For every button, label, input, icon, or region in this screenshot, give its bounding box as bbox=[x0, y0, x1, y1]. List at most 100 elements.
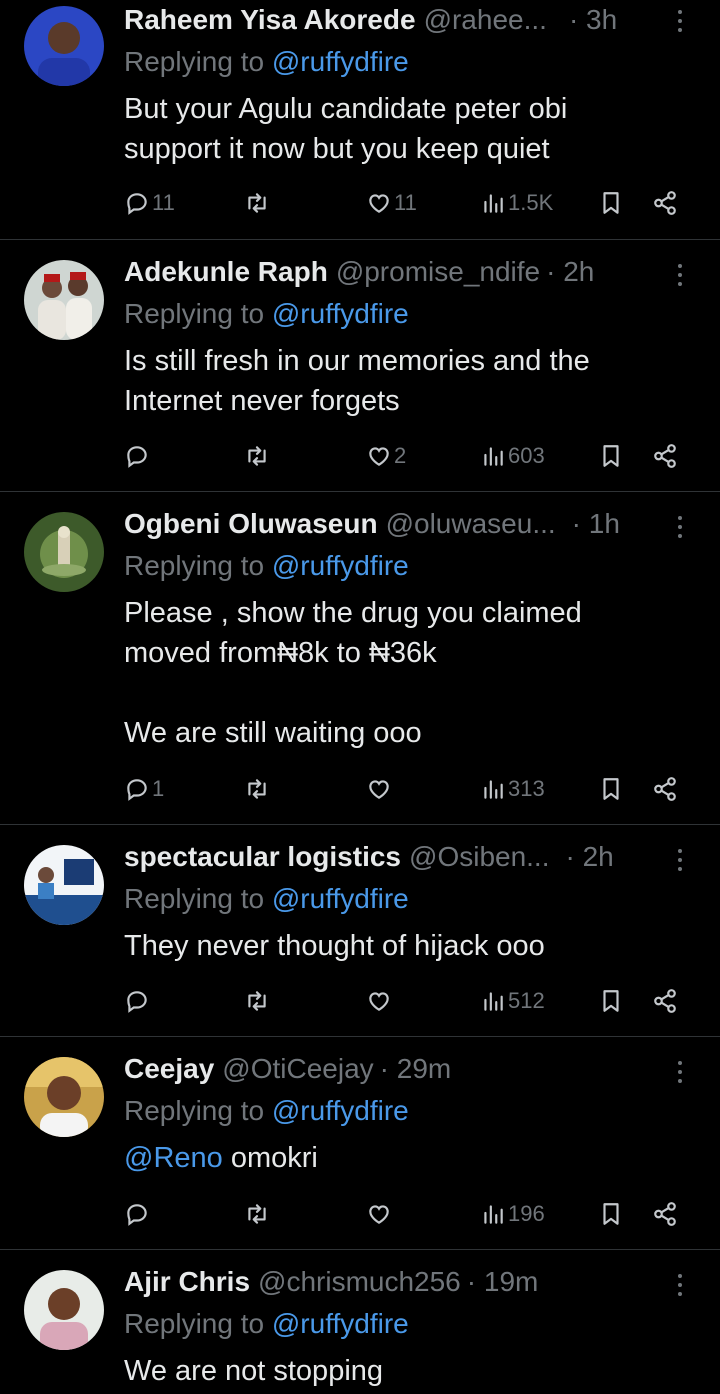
views-button[interactable]: 1.5K bbox=[480, 186, 553, 220]
bookmark-icon bbox=[603, 192, 619, 214]
replying-to-mention[interactable]: @ruffydfire bbox=[272, 46, 409, 77]
reply-header: Adekunle Raph @promise_ndife · 2h bbox=[124, 252, 660, 292]
more-icon[interactable] bbox=[670, 1270, 690, 1300]
replying-to-label: Replying to bbox=[124, 46, 265, 77]
author-name[interactable]: Adekunle Raph bbox=[124, 256, 328, 288]
like-icon bbox=[369, 992, 389, 1011]
views-button[interactable]: 313 bbox=[480, 772, 545, 806]
replying-to: Replying to @ruffydfire bbox=[124, 883, 409, 915]
replying-to-label: Replying to bbox=[124, 1095, 265, 1126]
like-button[interactable] bbox=[366, 984, 394, 1018]
views-button[interactable]: 603 bbox=[480, 439, 545, 473]
reply-item[interactable]: Raheem Yisa Akorede @rahee... · 3h Reply… bbox=[0, 0, 720, 240]
share-icon bbox=[654, 989, 676, 1013]
author-handle[interactable]: @oluwaseu... bbox=[386, 508, 556, 540]
view-count: 1.5K bbox=[508, 190, 554, 215]
reply-button[interactable]: 1 bbox=[124, 772, 164, 806]
share-button[interactable] bbox=[652, 984, 678, 1018]
replying-to: Replying to @ruffydfire bbox=[124, 1308, 409, 1340]
author-name[interactable]: Raheem Yisa Akorede bbox=[124, 4, 416, 36]
author-handle[interactable]: @rahee... bbox=[424, 4, 547, 36]
action-bar: 196 bbox=[124, 1197, 690, 1231]
repost-button[interactable] bbox=[244, 984, 272, 1018]
views-button[interactable]: 512 bbox=[480, 984, 545, 1018]
more-icon[interactable] bbox=[670, 512, 690, 542]
author-name[interactable]: Ogbeni Oluwaseun bbox=[124, 508, 378, 540]
author-name[interactable]: spectacular logistics bbox=[124, 841, 401, 873]
reply-button[interactable]: 11 bbox=[124, 186, 175, 220]
reply-button[interactable] bbox=[124, 1197, 152, 1231]
repost-button[interactable] bbox=[244, 1197, 272, 1231]
author-name[interactable]: Ajir Chris bbox=[124, 1266, 250, 1298]
bookmark-icon bbox=[603, 445, 619, 467]
repost-button[interactable] bbox=[244, 186, 272, 220]
more-icon[interactable] bbox=[670, 6, 690, 36]
avatar[interactable] bbox=[24, 6, 104, 86]
reply-item[interactable]: spectacular logistics @Osiben... · 2h Re… bbox=[0, 825, 720, 1037]
avatar[interactable] bbox=[24, 512, 104, 592]
replying-to-mention[interactable]: @ruffydfire bbox=[272, 1308, 409, 1339]
avatar[interactable] bbox=[24, 845, 104, 925]
reply-icon bbox=[127, 1204, 147, 1226]
timestamp[interactable]: · 1h bbox=[572, 508, 620, 540]
view-count: 512 bbox=[508, 988, 545, 1013]
bookmark-button[interactable] bbox=[598, 439, 624, 473]
share-button[interactable] bbox=[652, 186, 678, 220]
reply-button[interactable] bbox=[124, 439, 152, 473]
avatar[interactable] bbox=[24, 260, 104, 340]
replying-to-mention[interactable]: @ruffydfire bbox=[272, 883, 409, 914]
reply-button[interactable] bbox=[124, 984, 152, 1018]
replying-to-mention[interactable]: @ruffydfire bbox=[272, 1095, 409, 1126]
replying-to: Replying to @ruffydfire bbox=[124, 46, 409, 78]
share-button[interactable] bbox=[652, 1197, 678, 1231]
view-count: 603 bbox=[508, 443, 545, 468]
reply-item[interactable]: Ceejay @OtiCeejay · 29m Replying to @ruf… bbox=[0, 1037, 720, 1250]
reply-item[interactable]: Adekunle Raph @promise_ndife · 2h Replyi… bbox=[0, 240, 720, 492]
repost-icon bbox=[248, 779, 266, 799]
repost-button[interactable] bbox=[244, 439, 272, 473]
replying-to-mention[interactable]: @ruffydfire bbox=[272, 550, 409, 581]
avatar[interactable] bbox=[24, 1057, 104, 1137]
reply-item[interactable]: Ogbeni Oluwaseun @oluwaseu... · 1h Reply… bbox=[0, 492, 720, 825]
bookmark-button[interactable] bbox=[598, 1197, 624, 1231]
bookmark-button[interactable] bbox=[598, 772, 624, 806]
more-icon[interactable] bbox=[670, 845, 690, 875]
share-button[interactable] bbox=[652, 439, 678, 473]
reply-count: 11 bbox=[152, 190, 175, 215]
timestamp[interactable]: · 2h bbox=[566, 841, 614, 873]
repost-button[interactable] bbox=[244, 772, 272, 806]
author-handle[interactable]: @chrismuch256 bbox=[258, 1266, 461, 1298]
share-button[interactable] bbox=[652, 772, 678, 806]
author-name[interactable]: Ceejay bbox=[124, 1053, 214, 1085]
reply-text: But your Agulu candidate peter obi suppo… bbox=[124, 93, 568, 165]
timestamp[interactable]: · 3h bbox=[569, 4, 617, 36]
bookmark-button[interactable] bbox=[598, 186, 624, 220]
replying-to-mention[interactable]: @ruffydfire bbox=[272, 298, 409, 329]
views-button[interactable]: 196 bbox=[480, 1197, 545, 1231]
like-button[interactable] bbox=[366, 1197, 394, 1231]
like-button[interactable]: 2 bbox=[366, 439, 406, 473]
repost-icon bbox=[248, 446, 266, 466]
more-icon[interactable] bbox=[670, 260, 690, 290]
author-handle[interactable]: @Osiben... bbox=[409, 841, 549, 873]
author-handle[interactable]: @promise_ndife bbox=[336, 256, 540, 288]
like-button[interactable]: 11 bbox=[366, 186, 417, 220]
author-handle[interactable]: @OtiCeejay bbox=[222, 1053, 373, 1085]
timestamp[interactable]: · 29m bbox=[380, 1053, 452, 1085]
view-count: 313 bbox=[508, 776, 545, 801]
share-icon bbox=[654, 191, 676, 215]
timestamp[interactable]: · 2h bbox=[546, 256, 594, 288]
reply-text: They never thought of hijack ooo bbox=[124, 930, 545, 962]
share-icon bbox=[654, 444, 676, 468]
reply-item[interactable]: Ajir Chris @chrismuch256 · 19m Replying … bbox=[0, 1250, 720, 1394]
timestamp[interactable]: · 19m bbox=[467, 1266, 539, 1298]
more-icon[interactable] bbox=[670, 1057, 690, 1087]
avatar[interactable] bbox=[24, 1270, 104, 1350]
views-icon bbox=[484, 992, 503, 1011]
like-button[interactable] bbox=[366, 772, 394, 806]
bookmark-button[interactable] bbox=[598, 984, 624, 1018]
reply-header: spectacular logistics @Osiben... · 2h bbox=[124, 837, 660, 877]
reply-mention[interactable]: @Reno bbox=[124, 1142, 223, 1174]
reply-header: Ogbeni Oluwaseun @oluwaseu... · 1h bbox=[124, 504, 660, 544]
reply-text: We are not stopping bbox=[124, 1355, 384, 1387]
